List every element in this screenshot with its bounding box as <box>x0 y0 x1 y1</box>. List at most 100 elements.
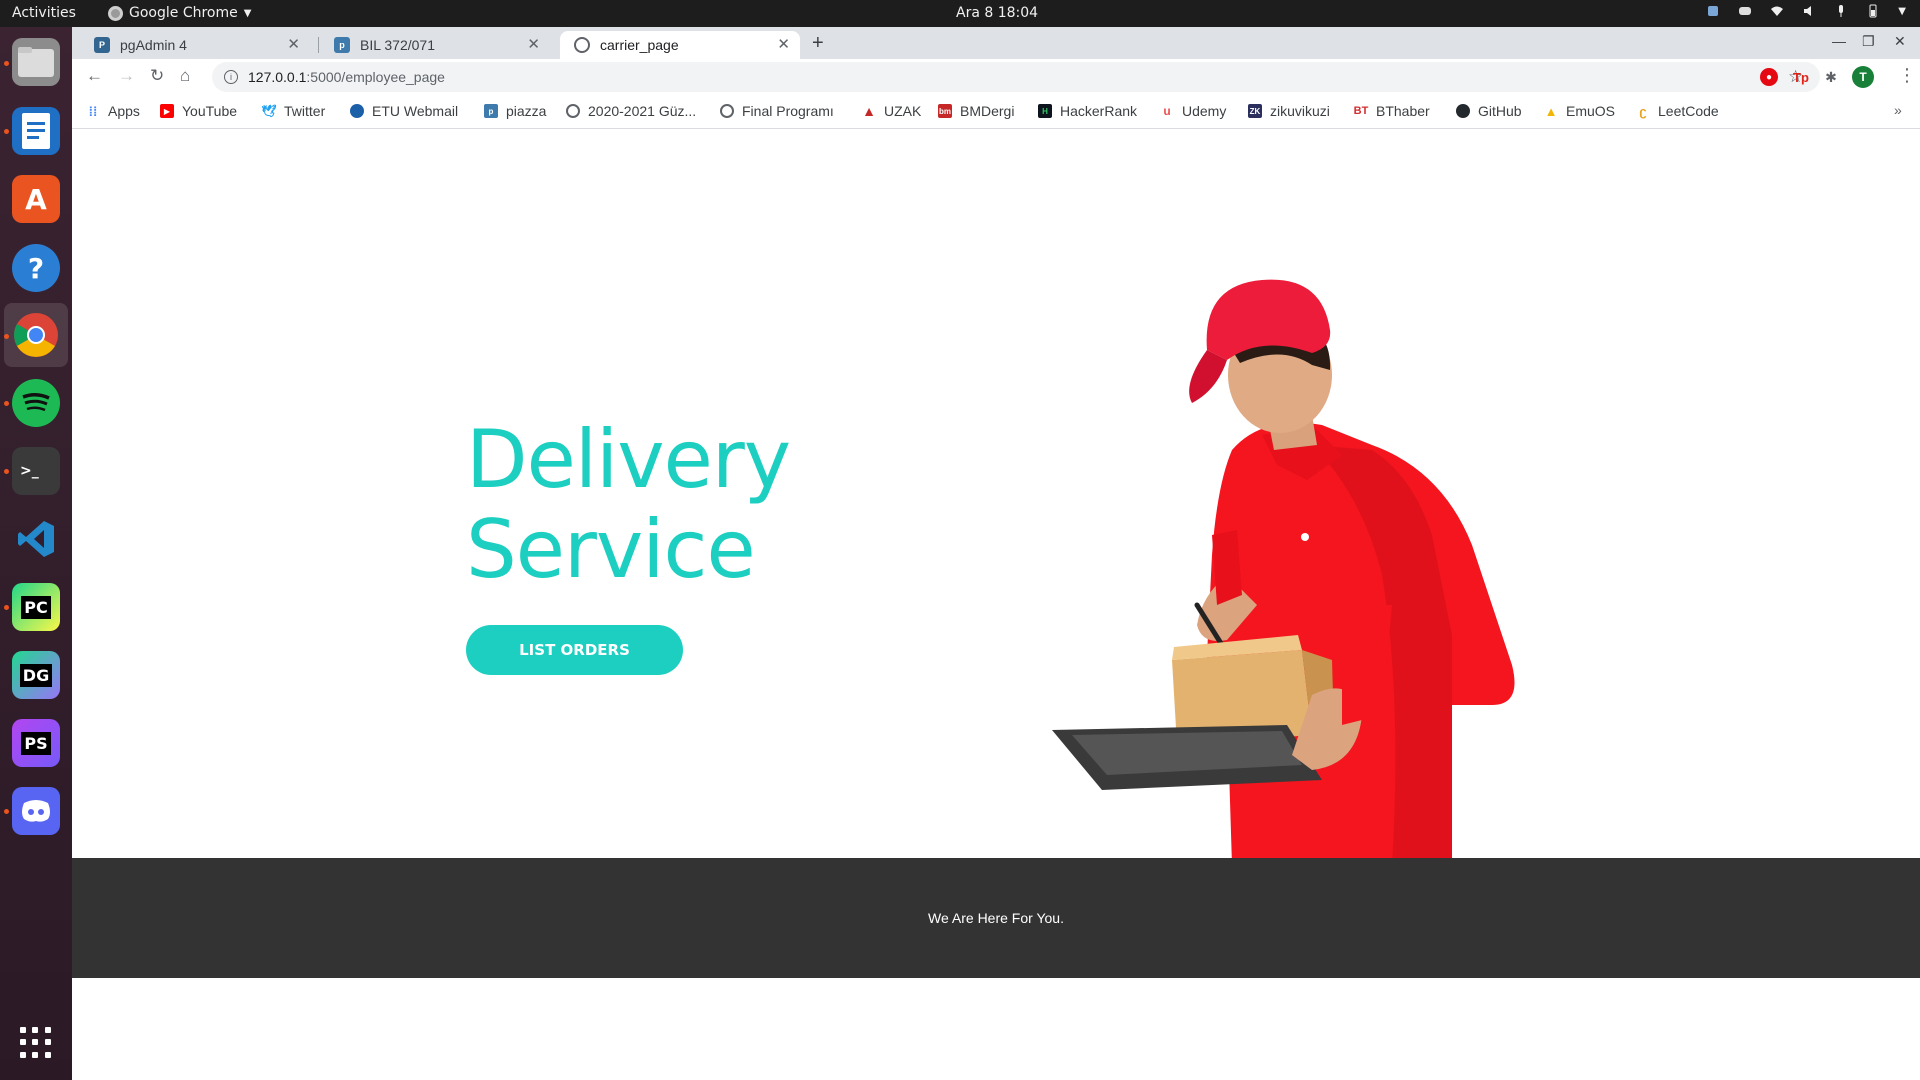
profile-avatar[interactable]: T <box>1852 66 1874 88</box>
bookmark-label: zikuvikuzi <box>1270 103 1330 119</box>
tab-pgadmin[interactable]: P pgAdmin 4 ✕ <box>80 31 310 59</box>
chrome-menu-icon[interactable]: ⋮ <box>1898 65 1916 86</box>
site-info-icon[interactable]: i <box>224 70 238 84</box>
chrome-small-icon <box>108 5 123 21</box>
bookmark-udemy[interactable]: u Udemy <box>1160 103 1226 119</box>
bookmark-zikuvikuzi[interactable]: ZK zikuvikuzi <box>1248 103 1330 119</box>
power-menu-caret-icon[interactable]: ▼ <box>1898 6 1906 17</box>
bookmark-apps[interactable]: ⁞⁞ Apps <box>86 103 140 119</box>
youtube-icon: ▶ <box>160 104 174 118</box>
new-tab-button[interactable]: + <box>812 32 824 55</box>
hackerrank-icon: H <box>1038 104 1052 118</box>
pycharm-icon[interactable]: PC <box>12 583 60 631</box>
bookmark-label: BMDergi <box>960 103 1015 119</box>
twitter-icon: 🕊 <box>261 104 277 118</box>
restore-icon[interactable]: ❐ <box>1862 33 1875 50</box>
system-tray[interactable]: ▼ <box>1706 4 1906 18</box>
bookmark-label: ETU Webmail <box>372 103 459 119</box>
close-tab-icon[interactable]: ✕ <box>527 35 540 53</box>
close-window-icon[interactable]: ✕ <box>1894 33 1906 50</box>
bookmark-bmdergi[interactable]: bm BMDergi <box>938 103 1014 119</box>
list-orders-button[interactable]: LIST ORDERS <box>466 625 683 675</box>
close-tab-icon[interactable]: ✕ <box>287 35 300 53</box>
bookmark-final-programi[interactable]: Final Programı <box>720 103 834 119</box>
bookmark-piazza[interactable]: p piazza <box>484 103 546 119</box>
bookmark-hackerrank[interactable]: H HackerRank <box>1038 103 1137 119</box>
bookmark-emuos[interactable]: ▲ EmuOS <box>1544 103 1615 119</box>
running-indicator <box>4 401 9 406</box>
vscode-icon[interactable] <box>12 515 60 563</box>
system-top-bar: Activities Google Chrome ▼ Ara 8 18:04 ▼ <box>0 0 1920 27</box>
terminal-icon[interactable]: >_ <box>12 447 60 495</box>
delivery-man-image <box>1052 279 1515 865</box>
bookmark-label: YouTube <box>182 103 238 119</box>
adblock-extension-icon[interactable]: ● <box>1760 68 1778 86</box>
bookmark-label: Final Programı <box>742 103 834 119</box>
extensions-puzzle-icon[interactable]: ✱ <box>1822 68 1840 86</box>
hero-title-line1: Delivery <box>466 413 791 506</box>
back-arrow-icon[interactable]: ← <box>86 66 103 86</box>
files-icon[interactable] <box>12 38 60 86</box>
show-applications-icon[interactable] <box>20 1027 52 1059</box>
tab-bil372[interactable]: p BIL 372/071 ✕ <box>320 31 550 59</box>
bookmark-label: HackerRank <box>1060 103 1138 119</box>
microphone-icon[interactable] <box>1834 4 1848 18</box>
close-tab-icon[interactable]: ✕ <box>777 35 790 53</box>
minimize-icon[interactable]: — <box>1832 33 1846 49</box>
reload-icon[interactable]: ↻ <box>150 66 164 86</box>
spotify-icon[interactable] <box>12 379 60 427</box>
activities-button[interactable]: Activities <box>12 5 76 21</box>
zk-icon: ZK <box>1248 104 1262 118</box>
bookmark-uzak[interactable]: ▲ UZAK <box>862 103 921 119</box>
bookmark-github[interactable]: GitHub <box>1456 103 1522 119</box>
home-icon[interactable]: ⌂ <box>180 66 190 86</box>
running-indicator <box>4 605 9 610</box>
chrome-window: P pgAdmin 4 ✕ p BIL 372/071 ✕ carrier_pa… <box>72 27 1920 1080</box>
vpn-icon[interactable] <box>1706 4 1720 18</box>
bookmark-twitter[interactable]: 🕊 Twitter <box>261 103 326 119</box>
ubuntu-software-icon[interactable]: A <box>12 175 60 223</box>
dock: A ? >_ PC DG PS <box>0 27 72 1080</box>
tp-extension-icon[interactable]: Tp <box>1792 68 1810 86</box>
hero-title-line2: Service <box>466 503 756 596</box>
bookmark-label: LeetCode <box>1658 103 1719 119</box>
piazza-icon: p <box>334 37 350 53</box>
bookmark-leetcode[interactable]: ʗ LeetCode <box>1636 103 1719 119</box>
bookmark-label: Twitter <box>284 103 326 119</box>
libreoffice-writer-icon[interactable] <box>12 107 60 155</box>
url-path: :5000/employee_page <box>306 69 445 85</box>
bookmark-label: piazza <box>506 103 547 119</box>
tab-carrier-page[interactable]: carrier_page ✕ <box>560 31 800 59</box>
address-bar[interactable]: i 127.0.0.1:5000/employee_page <box>212 62 1820 92</box>
bookmark-label: Apps <box>108 103 140 119</box>
app-menu[interactable]: Google Chrome ▼ <box>108 5 251 21</box>
bookmark-bthaber[interactable]: BT BThaber <box>1354 103 1430 119</box>
bookmark-youtube[interactable]: ▶ YouTube <box>160 103 237 119</box>
wifi-icon[interactable] <box>1770 4 1784 18</box>
help-icon[interactable]: ? <box>12 244 60 292</box>
phpstorm-icon[interactable]: PS <box>12 719 60 767</box>
app-menu-label: Google Chrome <box>129 5 238 21</box>
globe-icon <box>566 104 580 118</box>
discord-tray-icon[interactable] <box>1738 4 1752 18</box>
bookmark-2020-2021[interactable]: 2020-2021 Güz... <box>566 103 696 119</box>
running-indicator <box>4 469 9 474</box>
tab-separator <box>318 37 319 53</box>
discord-icon[interactable] <box>12 787 60 835</box>
datagrip-icon[interactable]: DG <box>12 651 60 699</box>
globe-icon <box>574 37 590 53</box>
clock[interactable]: Ara 8 18:04 <box>956 5 1038 21</box>
browser-toolbar: ← → ↻ ⌂ i 127.0.0.1:5000/employee_page ☆… <box>72 59 1920 95</box>
bookmark-label: Udemy <box>1182 103 1227 119</box>
running-indicator <box>4 129 9 134</box>
volume-icon[interactable] <box>1802 4 1816 18</box>
battery-icon[interactable] <box>1866 4 1880 18</box>
tab-title: carrier_page <box>600 37 679 53</box>
bookmark-label: UZAK <box>884 103 922 119</box>
tab-title: pgAdmin 4 <box>120 37 187 53</box>
hero-title: Delivery Service <box>466 413 791 596</box>
bookmark-etu-webmail[interactable]: ETU Webmail <box>350 103 458 119</box>
forward-arrow-icon[interactable]: → <box>118 66 135 86</box>
bookmarks-overflow-button[interactable]: » <box>1894 102 1902 118</box>
chrome-icon[interactable] <box>12 311 60 359</box>
